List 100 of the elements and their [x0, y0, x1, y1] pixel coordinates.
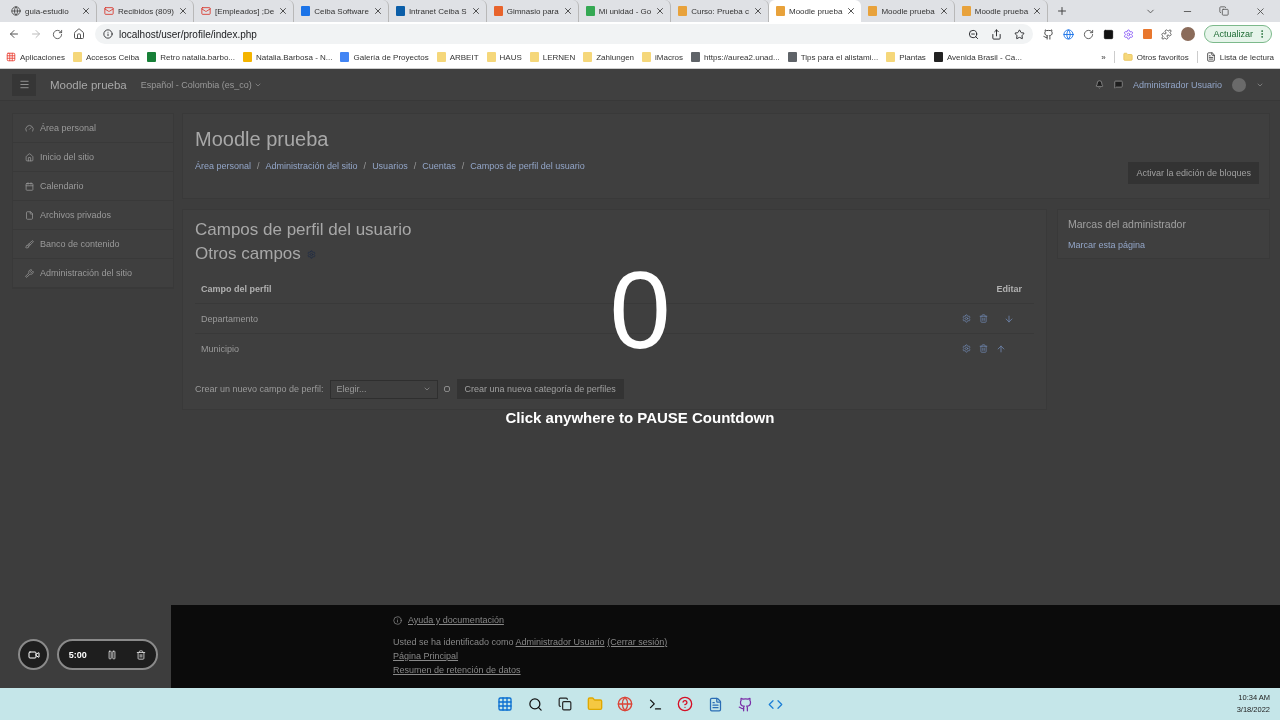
- close-icon[interactable]: [470, 6, 481, 16]
- sidebar-item[interactable]: Archivos privados: [13, 201, 173, 230]
- favicon-icon: [147, 52, 157, 62]
- close-icon[interactable]: [81, 6, 91, 16]
- trash-icon[interactable]: [136, 649, 147, 660]
- login-info: Usted se ha identificado como Administrador Usuario (Cerrar sesión): [393, 637, 669, 647]
- address-field[interactable]: localhost/user/profile/index.php: [95, 24, 1034, 44]
- update-button[interactable]: Actualizar: [1204, 25, 1272, 43]
- close-icon[interactable]: [655, 6, 666, 16]
- block-link[interactable]: Marcar esta página: [1068, 240, 1259, 250]
- bookmark[interactable]: Natalia.Barbosa - N...: [243, 52, 333, 62]
- bookmark[interactable]: iMacros: [642, 52, 684, 62]
- bookmark[interactable]: ARBEIT: [436, 52, 479, 62]
- camera-icon: [27, 648, 40, 661]
- select-field[interactable]: Elegir...: [329, 379, 438, 399]
- help-link[interactable]: Ayuda y documentación: [408, 615, 504, 625]
- tab-title: Moodle prueba: [881, 6, 935, 16]
- pause-icon[interactable]: [106, 649, 117, 660]
- sidebar-item[interactable]: Administración del sitio: [13, 259, 173, 288]
- favicon-icon: [678, 6, 688, 16]
- user-link[interactable]: Administrador Usuario: [515, 637, 605, 647]
- bookmark[interactable]: Plantas: [886, 52, 926, 62]
- github-icon[interactable]: [1043, 28, 1055, 40]
- new-category-button[interactable]: Crear una nueva categoría de perfiles: [456, 379, 624, 399]
- sidebar-item[interactable]: Inicio del sitio: [13, 143, 173, 172]
- bookmark[interactable]: HAUS: [486, 52, 522, 62]
- github-icon[interactable]: [736, 695, 754, 713]
- browser-icon[interactable]: [616, 695, 634, 713]
- breadcrumb-link[interactable]: Cuentas: [422, 161, 456, 171]
- bookmark[interactable]: Galería de Proyectos: [340, 52, 429, 62]
- favicon-icon: [436, 52, 446, 62]
- breadcrumb-link[interactable]: Área personal: [195, 161, 252, 171]
- close-icon[interactable]: [846, 6, 857, 16]
- favicon-icon: [933, 52, 943, 62]
- favicon-icon: [583, 52, 593, 62]
- task-view-icon[interactable]: [556, 695, 574, 713]
- breadcrumb-link[interactable]: Usuarios: [372, 161, 408, 171]
- logout-link[interactable]: (Cerrar sesión): [607, 637, 668, 647]
- close-icon[interactable]: [1255, 5, 1266, 17]
- menu-button[interactable]: [12, 73, 36, 96]
- breadcrumb-link[interactable]: Administración del sitio: [265, 161, 358, 171]
- bell-icon[interactable]: [1094, 80, 1104, 89]
- language-menu[interactable]: Español - Colombia (es_co): [140, 79, 262, 90]
- reading-list[interactable]: Lista de lectura: [1205, 52, 1274, 62]
- share-icon[interactable]: [991, 28, 1003, 40]
- close-icon[interactable]: [753, 6, 763, 16]
- favicon-icon: [787, 52, 797, 62]
- home-icon[interactable]: [73, 28, 85, 40]
- close-icon[interactable]: [178, 6, 189, 16]
- more-bookmarks[interactable]: »: [1101, 52, 1106, 62]
- profile-avatar[interactable]: [1181, 27, 1196, 41]
- search-icon[interactable]: [526, 695, 544, 713]
- back-icon[interactable]: [8, 28, 20, 40]
- bookmark[interactable]: LERNEN: [529, 52, 576, 62]
- favicon-icon: [776, 6, 785, 16]
- bookmark-folder[interactable]: Otros favoritos: [1122, 52, 1189, 62]
- sidebar-item[interactable]: Banco de contenido: [13, 230, 173, 259]
- arrow-down-icon[interactable]: [1004, 313, 1014, 324]
- tab-title: Recibidos (809): [118, 6, 175, 16]
- bookmark[interactable]: Aplicaciones: [6, 52, 65, 62]
- close-icon[interactable]: [562, 6, 573, 16]
- zoom-icon[interactable]: [968, 28, 980, 40]
- mail-icon: [201, 6, 212, 16]
- apps-icon: [6, 52, 16, 62]
- bookmark[interactable]: Zahlungen: [583, 52, 635, 62]
- site-name[interactable]: Moodle prueba: [50, 78, 127, 91]
- close-icon[interactable]: [938, 6, 949, 16]
- globe-icon[interactable]: [1063, 28, 1075, 40]
- bookmark[interactable]: Accesos Ceiba: [72, 52, 140, 62]
- restore-icon[interactable]: [1219, 6, 1229, 16]
- new-tab-icon[interactable]: [1056, 5, 1069, 17]
- bookmark[interactable]: Tips para el alistami...: [787, 52, 879, 62]
- edit-blocks-button[interactable]: Activar la edición de bloques: [1128, 162, 1259, 184]
- bookmark[interactable]: https://aurea2.unad...: [691, 52, 780, 62]
- user-name[interactable]: Administrador Usuario: [1132, 79, 1222, 90]
- sidebar-item[interactable]: Área personal: [13, 114, 173, 143]
- bookmark[interactable]: Retro natalia.barbo...: [147, 52, 235, 62]
- timer: 5:00: [68, 649, 87, 660]
- close-icon[interactable]: [372, 6, 383, 16]
- bookmark[interactable]: Avenida Brasil - Ca...: [933, 52, 1022, 62]
- close-icon[interactable]: [278, 6, 289, 16]
- arrow-up-icon[interactable]: [996, 343, 1006, 354]
- puzzle-icon[interactable]: [1161, 28, 1173, 40]
- breadcrumb-separator: /: [363, 161, 367, 171]
- sidebar-item[interactable]: Calendario: [13, 172, 173, 201]
- favicon-icon: [961, 6, 971, 16]
- breadcrumb-link[interactable]: Campos de perfil del usuario: [470, 161, 585, 171]
- footer-link[interactable]: Página Principal: [393, 651, 459, 661]
- tab-title: guia-estudio: [25, 6, 70, 16]
- close-icon[interactable]: [1032, 6, 1043, 16]
- chat-icon[interactable]: [1113, 80, 1123, 89]
- star-icon[interactable]: [1014, 28, 1026, 40]
- tab-title: Ceiba Software: [314, 6, 369, 16]
- footer-link[interactable]: Resumen de retención de datos: [393, 665, 521, 675]
- breadcrumb-separator: /: [413, 161, 417, 171]
- windows-icon[interactable]: [496, 695, 514, 713]
- camera-button[interactable]: [18, 639, 49, 670]
- reload-icon[interactable]: [52, 28, 63, 40]
- browser-tab[interactable]: Moodle prueba: [769, 0, 862, 22]
- section-title: Campos de perfil del usuario: [195, 220, 413, 240]
